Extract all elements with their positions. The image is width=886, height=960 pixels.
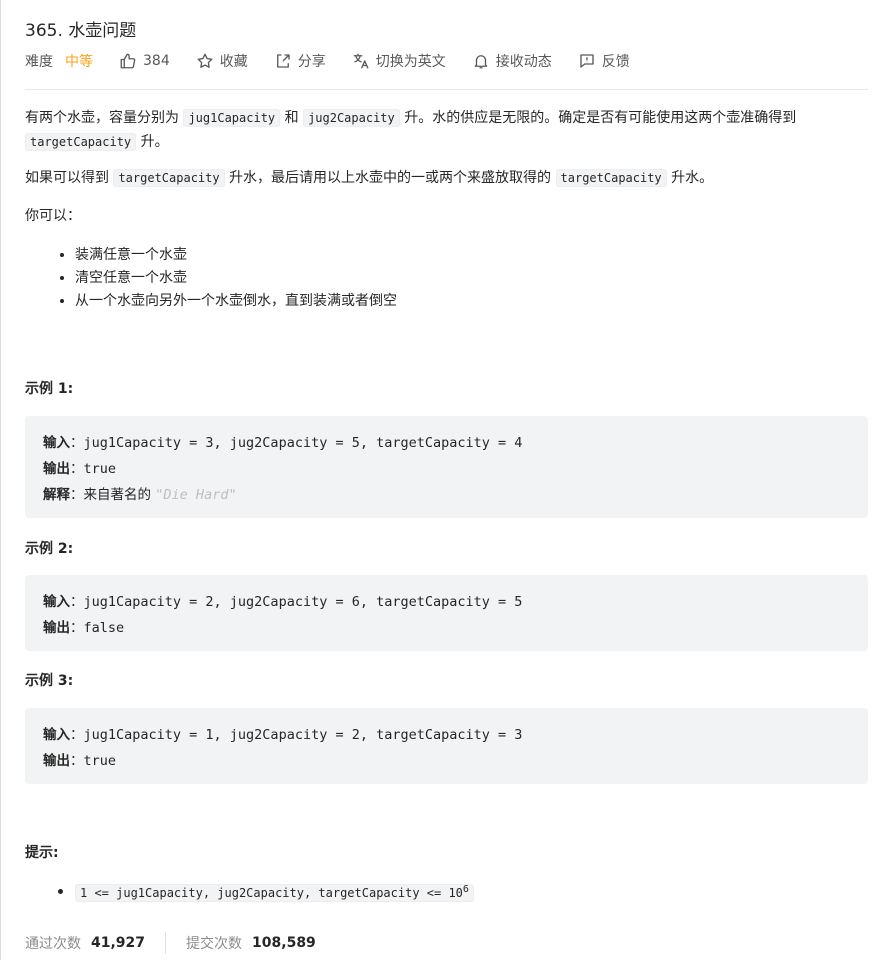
output-label: 输出 <box>43 461 70 477</box>
bell-icon <box>474 55 488 69</box>
accepted-label: 通过次数 <box>25 936 81 952</box>
example-1-block: 输入：jug1Capacity = 3, jug2Capacity = 5, t… <box>25 416 868 518</box>
constraint-code: 1 <= jug1Capacity, jug2Capacity, targetC… <box>75 884 474 902</box>
text: 升水，最后请用以上水壶中的一或两个来盛放取得的 <box>224 170 556 186</box>
input-value: ：jug1Capacity = 2, jug2Capacity = 6, tar… <box>70 594 523 610</box>
explain-label: 解释 <box>43 487 70 503</box>
constraints-list: 1 <= jug1Capacity, jug2Capacity, targetC… <box>25 878 868 905</box>
feedback-label: 反馈 <box>601 54 630 70</box>
text: 升。水的供应是无限的。确定是否有可能使用这两个壶准确得到 <box>399 110 797 126</box>
input-label: 输入 <box>43 435 70 451</box>
switch-language-button[interactable]: 切换为英文 <box>352 51 446 71</box>
stats-divider <box>165 932 167 954</box>
explain-quote: "Die Hard" <box>155 487 237 503</box>
text: 有两个水壶，容量分别为 <box>25 110 184 126</box>
operations-list: 装满任意一个水壶 清空任意一个水壶 从一个水壶向另外一个水壶倒水，直到装满或者倒… <box>25 244 868 313</box>
hints-section: 提示: <box>25 842 868 862</box>
share-label: 分享 <box>297 54 326 70</box>
header-divider <box>25 89 868 90</box>
example-3: 示例 3: <box>25 670 868 690</box>
favorite-label: 收藏 <box>219 54 248 70</box>
inline-code: jug2Capacity <box>303 109 400 127</box>
example-title: 示例 2: <box>25 541 74 557</box>
input-label: 输入 <box>43 594 70 610</box>
difficulty: 难度 中等 <box>25 51 93 71</box>
difficulty-value: 中等 <box>65 54 93 70</box>
notification-label: 接收动态 <box>495 54 552 70</box>
description-paragraph-1: 有两个水壶，容量分别为 jug1Capacity 和 jug2Capacity … <box>25 106 868 154</box>
problem-title: 365. 水壶问题 <box>25 21 137 41</box>
list-item: 1 <= jug1Capacity, jug2Capacity, targetC… <box>75 878 868 905</box>
favorite-button[interactable]: 收藏 <box>196 51 248 71</box>
input-value: ：jug1Capacity = 1, jug2Capacity = 2, tar… <box>70 727 523 743</box>
problem-meta-bar: 难度 中等 384 收藏 分享 切换为英文 接收动态 反馈 <box>25 52 656 70</box>
thumbs-up-icon <box>120 53 136 69</box>
problem-description: 有两个水壶，容量分别为 jug1Capacity 和 jug2Capacity … <box>25 106 868 313</box>
output-label: 输出 <box>43 620 70 636</box>
example-2-block: 输入：jug1Capacity = 2, jug2Capacity = 6, t… <box>25 575 868 651</box>
feedback-button[interactable]: 反馈 <box>578 51 630 71</box>
submissions-label: 提交次数 <box>186 936 243 952</box>
translate-icon <box>353 53 369 69</box>
submissions-value: 108,589 <box>252 935 316 951</box>
inline-code: targetCapacity <box>25 133 137 151</box>
accepted-value: 41,927 <box>91 935 146 951</box>
text: 升水。 <box>666 170 714 186</box>
list-item: 从一个水壶向另外一个水壶倒水，直到装满或者倒空 <box>75 290 868 313</box>
output-value: ：false <box>70 620 125 636</box>
output-label: 输出 <box>43 753 70 769</box>
switch-language-label: 切换为英文 <box>375 54 446 70</box>
example-title: 示例 3: <box>25 673 74 689</box>
output-value: ：true <box>70 753 117 769</box>
like-button[interactable]: 384 <box>119 52 170 70</box>
input-value: ：jug1Capacity = 3, jug2Capacity = 5, tar… <box>70 435 523 451</box>
description-paragraph-3: 你可以： <box>25 208 81 224</box>
constraint-exponent: 6 <box>462 884 469 895</box>
share-icon <box>276 54 290 68</box>
text: 升。 <box>136 134 169 150</box>
explain-value: ：来自著名的 <box>70 487 156 503</box>
example-2: 示例 2: <box>25 538 868 558</box>
feedback-icon <box>580 54 594 68</box>
notification-button[interactable]: 接收动态 <box>472 51 552 71</box>
problem-page: 365. 水壶问题 难度 中等 384 收藏 分享 切换为英文 接收动态 反馈 … <box>0 0 886 960</box>
output-value: ：true <box>70 461 117 477</box>
inline-code: targetCapacity <box>113 169 225 187</box>
list-item: 清空任意一个水壶 <box>75 267 868 290</box>
inline-code: targetCapacity <box>555 169 667 187</box>
like-count: 384 <box>143 53 170 69</box>
star-icon <box>197 53 213 68</box>
text: 如果可以得到 <box>25 170 114 186</box>
submission-stats: 通过次数 41,927 提交次数 108,589 <box>25 932 316 954</box>
example-title: 示例 1: <box>25 381 74 397</box>
list-item: 装满任意一个水壶 <box>75 244 868 267</box>
hints-title: 提示: <box>25 845 59 861</box>
share-button[interactable]: 分享 <box>274 51 326 71</box>
description-paragraph-2: 如果可以得到 targetCapacity 升水，最后请用以上水壶中的一或两个来… <box>25 166 868 190</box>
constraints: 1 <= jug1Capacity, jug2Capacity, targetC… <box>25 878 868 905</box>
text: 和 <box>280 110 304 126</box>
example-3-block: 输入：jug1Capacity = 1, jug2Capacity = 2, t… <box>25 708 868 784</box>
difficulty-label: 难度 <box>25 54 53 70</box>
constraint-text: 1 <= jug1Capacity, jug2Capacity, targetC… <box>80 886 463 900</box>
input-label: 输入 <box>43 727 70 743</box>
example-1: 示例 1: <box>25 378 868 398</box>
inline-code: jug1Capacity <box>183 109 281 127</box>
